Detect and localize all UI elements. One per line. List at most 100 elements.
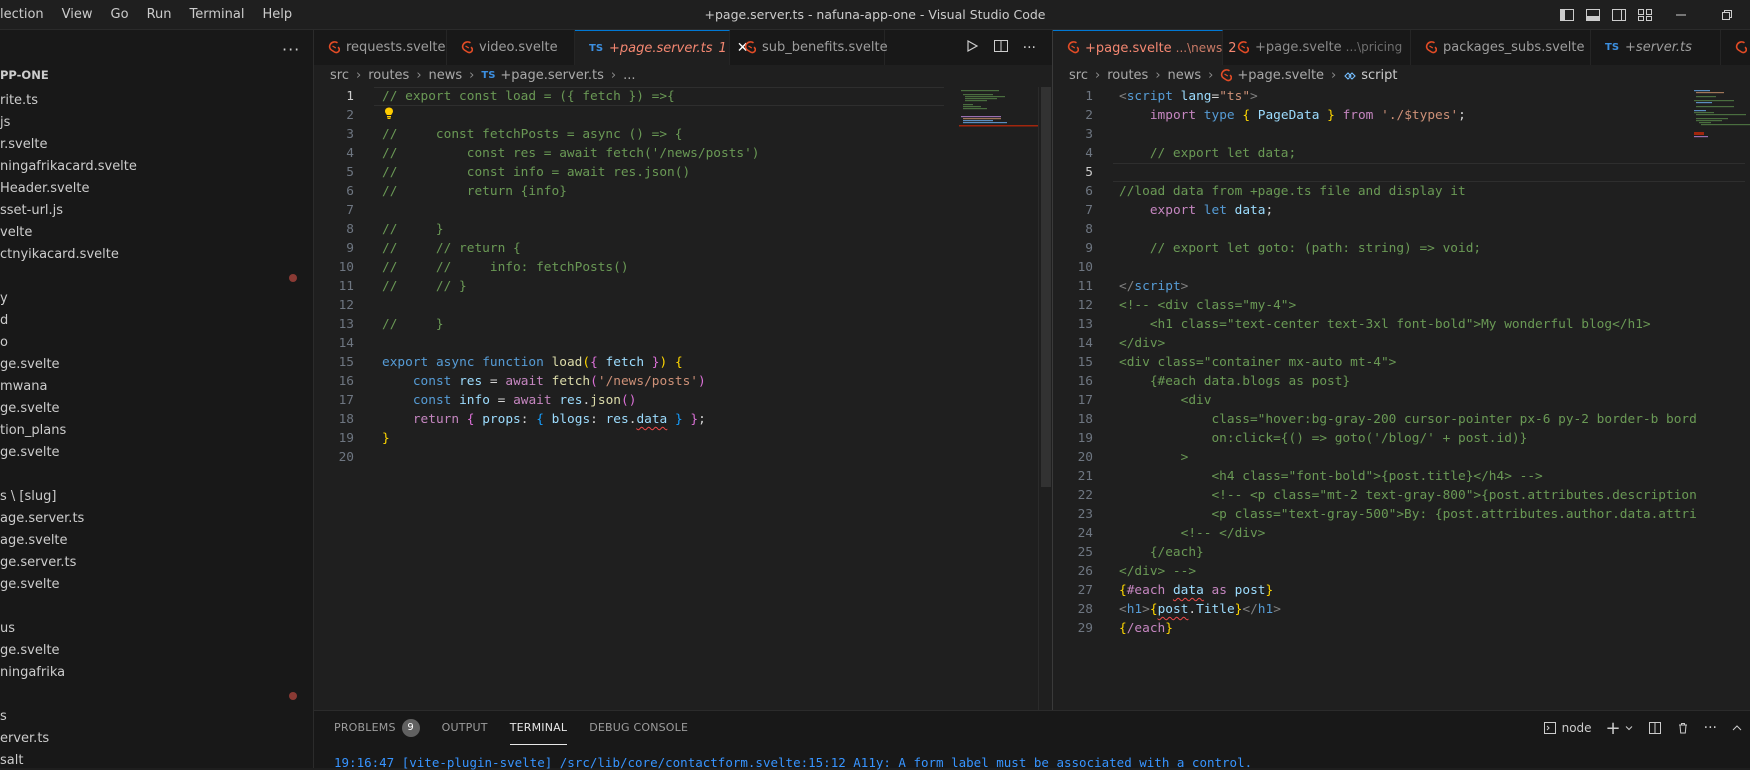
editor-actions: ···: [965, 30, 1036, 65]
customize-layout-icon[interactable]: [1635, 5, 1655, 25]
file-tree-item[interactable]: rite.ts: [0, 90, 38, 112]
tab-bar: +page.svelte ...\news 2 +page.svelte ...…: [1053, 30, 1750, 65]
breadcrumb-symbol[interactable]: script: [1361, 65, 1397, 87]
tab-output[interactable]: OUTPUT: [442, 711, 488, 745]
project-title[interactable]: PP-ONE: [0, 68, 49, 82]
tab-debug-console[interactable]: DEBUG CONSOLE: [589, 711, 688, 745]
file-tree-item[interactable]: ctnyikacard.svelte: [0, 244, 119, 266]
modified-dot-icon: [289, 274, 297, 282]
lightbulb-icon[interactable]: [382, 106, 396, 126]
file-tree-item[interactable]: erver.ts: [0, 728, 49, 750]
file-tree-item[interactable]: ge.svelte: [0, 442, 60, 464]
breadcrumb-symbol[interactable]: ...: [623, 65, 635, 87]
maximize-panel-icon[interactable]: [1731, 722, 1743, 734]
file-tree-item[interactable]: age.server.ts: [0, 508, 84, 530]
breadcrumb-news[interactable]: news: [1168, 65, 1202, 87]
svelte-icon: [1067, 41, 1079, 55]
breadcrumb-file[interactable]: +page.server.ts: [500, 65, 603, 87]
modified-dot-icon: [289, 692, 297, 700]
file-tree-item[interactable]: y: [0, 288, 8, 310]
svelte-icon: [1425, 40, 1437, 55]
file-tree-item[interactable]: mwana: [0, 376, 47, 398]
menu-view[interactable]: View: [53, 0, 102, 30]
breadcrumb: src › routes › news › TS +page.server.ts › .…: [330, 65, 635, 87]
file-tree-item[interactable]: s: [0, 706, 7, 728]
problem-count: 1: [718, 40, 727, 56]
menu-go[interactable]: Go: [102, 0, 138, 30]
restore-icon[interactable]: [1704, 0, 1750, 30]
tab-server-ts[interactable]: TS +server.ts: [1591, 30, 1721, 65]
tab-requests-svelte[interactable]: requests.svelte: [314, 30, 447, 65]
tab-sub-benefits-svelte[interactable]: sub_benefits.svelte: [730, 30, 888, 65]
file-tree-item[interactable]: ningafrikacard.svelte: [0, 156, 137, 178]
toggle-primary-sidebar-icon[interactable]: [1557, 5, 1577, 25]
minimize-icon[interactable]: [1658, 0, 1704, 30]
bottom-panel: PROBLEMS 9 OUTPUT TERMINAL DEBUG CONSOLE …: [314, 710, 1750, 770]
svelte-icon: [1237, 40, 1249, 55]
file-tree-item[interactable]: o: [0, 332, 8, 354]
trash-icon[interactable]: [1676, 721, 1690, 735]
file-tree-item[interactable]: age.svelte: [0, 530, 68, 552]
symbol-icon: [1343, 69, 1357, 83]
more-actions-icon[interactable]: ···: [1023, 40, 1036, 56]
chevron-down-icon[interactable]: [1624, 723, 1634, 733]
editor-group-right: +page.svelte ...\news 2 +page.svelte ...…: [1053, 30, 1750, 710]
minimap[interactable]: [1691, 87, 1750, 687]
tab-page-svelte-pricing[interactable]: +page.svelte ...\pricing: [1223, 30, 1411, 65]
svelte-icon: [461, 40, 473, 55]
terminal-selector[interactable]: node: [1543, 721, 1592, 735]
breadcrumb-news[interactable]: news: [429, 65, 463, 87]
tab-overflow[interactable]: [1721, 30, 1750, 65]
svelte-icon: [1220, 69, 1233, 83]
tab-bar: requests.svelte video.svelte TS +page.se…: [314, 30, 1052, 65]
new-terminal-icon[interactable]: +: [1606, 718, 1621, 739]
breadcrumb-routes[interactable]: routes: [368, 65, 409, 87]
file-tree-item[interactable]: Header.svelte: [0, 178, 89, 200]
menu-terminal[interactable]: Terminal: [181, 0, 254, 30]
vertical-scrollbar[interactable]: [1038, 87, 1052, 710]
file-tree-item[interactable]: ge.svelte: [0, 398, 60, 420]
file-tree-item[interactable]: ningafrika: [0, 662, 65, 684]
split-editor-icon[interactable]: [993, 39, 1009, 57]
breadcrumb-src[interactable]: src: [1069, 65, 1088, 87]
run-icon[interactable]: [965, 39, 979, 57]
breadcrumb-routes[interactable]: routes: [1107, 65, 1148, 87]
file-tree-item[interactable]: js: [0, 112, 10, 134]
more-actions-icon[interactable]: ···: [1704, 720, 1717, 736]
file-tree-item[interactable]: s \ [slug]: [0, 486, 56, 508]
tab-terminal[interactable]: TERMINAL: [509, 711, 568, 745]
menu-help[interactable]: Help: [253, 0, 301, 30]
file-tree-item[interactable]: tion_plans: [0, 420, 66, 442]
title-controls: [1554, 0, 1750, 30]
file-tree-item[interactable]: sset-url.js: [0, 200, 63, 222]
svelte-icon: [1735, 40, 1747, 55]
toggle-secondary-sidebar-icon[interactable]: [1609, 5, 1629, 25]
svelte-icon: [744, 40, 756, 55]
breadcrumb-src[interactable]: src: [330, 65, 349, 87]
more-actions-icon[interactable]: ···: [282, 40, 300, 59]
menu-run[interactable]: Run: [138, 0, 181, 30]
tab-page-svelte-news[interactable]: +page.svelte ...\news 2: [1053, 30, 1237, 65]
toggle-panel-icon[interactable]: [1583, 5, 1603, 25]
tab-page-server-ts[interactable]: TS +page.server.ts 1 ✕: [575, 30, 749, 65]
tab-problems[interactable]: PROBLEMS 9: [334, 711, 420, 745]
file-tree-item[interactable]: ge.svelte: [0, 574, 60, 596]
file-tree-item[interactable]: d: [0, 310, 8, 332]
title-bar: lection View Go Run Terminal Help +page.…: [0, 0, 1750, 30]
file-tree-item[interactable]: ge.svelte: [0, 354, 60, 376]
editor-group-left: requests.svelte video.svelte TS +page.se…: [314, 30, 1053, 710]
tab-packages-subs-svelte[interactable]: packages_subs.svelte: [1411, 30, 1591, 65]
file-tree-item[interactable]: ge.svelte: [0, 640, 60, 662]
file-tree-item[interactable]: r.svelte: [0, 134, 47, 156]
explorer-sidebar: ··· PP-ONE rite.ts js r.svelte ningafrikaca…: [0, 30, 314, 768]
minimap[interactable]: [959, 87, 1039, 687]
file-tree-item[interactable]: velte: [0, 222, 32, 244]
breadcrumb-file[interactable]: +page.svelte: [1237, 65, 1324, 87]
split-terminal-icon[interactable]: [1648, 721, 1662, 735]
terminal-icon: [1543, 721, 1557, 735]
file-tree-item[interactable]: ge.server.ts: [0, 552, 76, 574]
menu-selection[interactable]: lection: [0, 0, 53, 30]
file-tree-item[interactable]: us: [0, 618, 15, 640]
file-tree-item[interactable]: salt: [0, 750, 23, 768]
tab-video-svelte[interactable]: video.svelte: [447, 30, 575, 65]
